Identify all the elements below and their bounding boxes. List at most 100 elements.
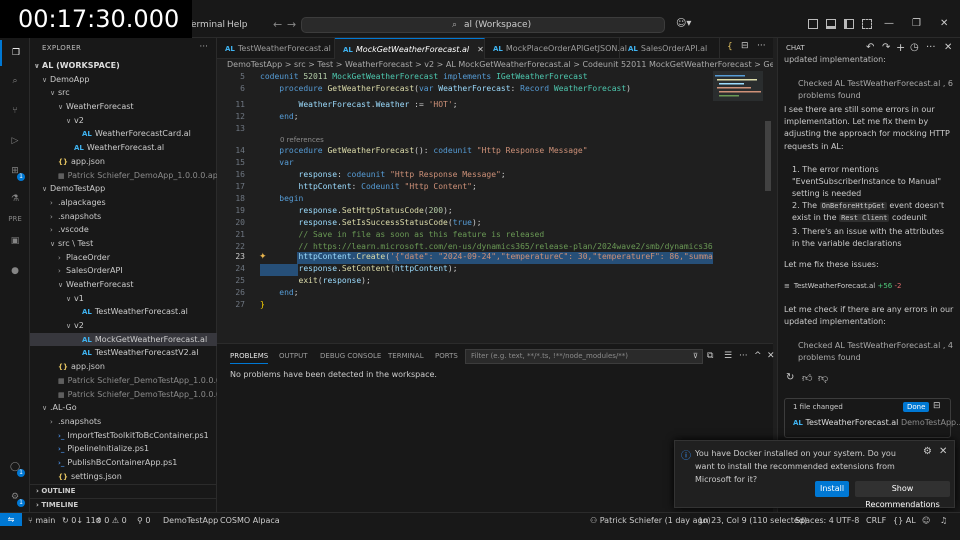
command-center[interactable]: ⌕ al (Workspace) xyxy=(301,17,665,33)
tab-mockgetweatherforecast[interactable]: AL MockGetWeatherForecast.al ✕ xyxy=(335,38,485,59)
more-actions-icon[interactable]: ··· xyxy=(757,41,766,51)
collapse-all-icon[interactable]: ⧉ xyxy=(707,351,713,361)
forward-arrow-icon[interactable]: → xyxy=(287,18,296,31)
tree-folder[interactable]: ∨ WeatherForecast xyxy=(30,278,217,292)
workspace-root[interactable]: ∨ AL (WORKSPACE) xyxy=(30,59,217,73)
tab-debug-console[interactable]: DEBUG CONSOLE xyxy=(320,352,381,360)
language-status[interactable]: {} AL xyxy=(893,515,916,527)
notifications-bell-icon[interactable]: ♫ xyxy=(940,515,947,527)
toggle-panel-icon[interactable] xyxy=(826,19,836,29)
tree-file[interactable]: AL TestWeatherForecast.al xyxy=(30,305,217,319)
tree-file[interactable]: AL WeatherForecastCard.al xyxy=(30,127,217,141)
thumbs-up-icon[interactable]: 👍︎ xyxy=(802,372,812,384)
done-button[interactable]: Done xyxy=(903,402,930,412)
filter-icon[interactable]: ⊽ xyxy=(693,350,698,363)
tree-file[interactable]: AL TestWeatherForecastV2.al xyxy=(30,346,217,360)
tree-folder[interactable]: ∨ v1 xyxy=(30,292,217,306)
notification-close-icon[interactable]: ✕ xyxy=(939,446,947,457)
encoding-status[interactable]: UTF-8 xyxy=(836,515,859,527)
tab-mockplaceorderapigetjson[interactable]: AL MockPlaceOrderAPIGetJSON.al xyxy=(485,38,627,59)
open-diff-icon[interactable]: ⊟ xyxy=(933,401,941,411)
tab-ports[interactable]: PORTS xyxy=(435,352,458,360)
search-icon[interactable]: ⌕ xyxy=(0,68,30,94)
tree-file[interactable]: AL MockGetWeatherForecast.al xyxy=(30,332,217,347)
close-panel-icon[interactable]: ✕ xyxy=(767,351,775,361)
tree-file[interactable]: ›_ PublishBcContainerApp.ps1 xyxy=(30,456,217,470)
environment-status[interactable]: COSMO Alpaca xyxy=(220,515,280,527)
tree-folder[interactable]: ∨ DemoApp xyxy=(30,73,217,87)
copilot-icon[interactable]: ☺▾ xyxy=(676,18,691,29)
tree-file[interactable]: ▦ Patrick Schiefer_DemoApp_1.0.0.0.app xyxy=(30,169,223,183)
problems-status[interactable]: ⊗ 0 ⚠ 0 xyxy=(95,515,127,527)
account-icon[interactable]: ◯ 1 xyxy=(0,454,30,480)
maximize-panel-icon[interactable]: ^ xyxy=(754,351,762,361)
tree-file[interactable]: {} settings.json xyxy=(30,470,217,484)
close-tab-icon[interactable]: ✕ xyxy=(477,45,484,54)
tree-folder[interactable]: › SalesOrderAPI xyxy=(30,264,217,278)
tab-problems[interactable]: PROBLEMS xyxy=(230,352,269,364)
timeline-section[interactable]: › TIMELINE xyxy=(30,498,217,511)
notification-settings-gear-icon[interactable]: ⚙ xyxy=(923,446,932,457)
tab-terminal[interactable]: TERMINAL xyxy=(388,352,424,360)
codelens-references[interactable]: 0 references xyxy=(280,136,324,144)
tree-folder[interactable]: ∨ src \ Test xyxy=(30,237,217,251)
redo-icon[interactable]: ↷ xyxy=(882,42,890,53)
code-editor[interactable]: ✦ 5 codeunit 52011 MockGetWeatherForecas… xyxy=(217,71,773,343)
extensions-icon[interactable]: ⊞ 1 xyxy=(0,158,30,184)
changed-file-row[interactable]: AL TestWeatherForecast.al DemoTestApp... xyxy=(793,418,960,427)
ports-status[interactable]: ⚲ 0 xyxy=(137,515,151,527)
tree-folder[interactable]: ∨ v2 xyxy=(30,319,217,333)
history-icon[interactable]: ◷ xyxy=(910,42,919,53)
menu-help[interactable]: Help xyxy=(227,20,248,30)
tree-folder[interactable]: › .snapshots xyxy=(30,415,217,429)
tab-testweatherforecast[interactable]: AL TestWeatherForecast.al xyxy=(217,38,335,59)
tree-folder[interactable]: ∨ v2 xyxy=(30,114,217,128)
new-chat-icon[interactable]: + xyxy=(896,41,905,54)
tree-folder[interactable]: › PlaceOrder xyxy=(30,251,217,265)
indentation-status[interactable]: Spaces: 4 xyxy=(795,515,834,527)
chat-more-icon[interactable]: ··· xyxy=(926,42,936,53)
problems-filter-input[interactable]: Filter (e.g. text, **/*.ts, !**/node_mod… xyxy=(465,349,703,364)
json-tab-icon[interactable]: { xyxy=(727,42,733,52)
menu-terminal[interactable]: Terminal xyxy=(187,20,225,30)
close-window-icon[interactable]: ✕ xyxy=(940,18,948,29)
project-status[interactable]: DemoTestApp xyxy=(163,515,218,527)
more-actions-icon[interactable]: ··· xyxy=(739,351,748,361)
minimize-icon[interactable]: — xyxy=(884,18,894,29)
tree-file[interactable]: ›_ ImportTestToolkitToBcContainer.ps1 xyxy=(30,429,217,443)
tree-file[interactable]: {} app.json xyxy=(30,155,217,169)
tab-output[interactable]: OUTPUT xyxy=(279,352,308,360)
back-arrow-icon[interactable]: ← xyxy=(273,18,282,31)
tree-file[interactable]: ▦ Patrick Schiefer_DemoTestApp_1.0.0.0.ap… xyxy=(30,374,239,388)
remote-indicator-icon[interactable]: ⇋ xyxy=(0,513,22,526)
toggle-secondary-sidebar-icon[interactable] xyxy=(844,19,854,29)
tree-folder[interactable]: ∨ src xyxy=(30,86,217,100)
cursor-position[interactable]: Ln 23, Col 9 (110 selected) xyxy=(699,515,807,527)
tree-folder[interactable]: › .alpackages xyxy=(30,196,217,210)
tree-folder[interactable]: ∨ DemoTestApp xyxy=(30,182,217,196)
tree-file[interactable]: {} app.json xyxy=(30,360,217,374)
tree-folder[interactable]: › .vscode xyxy=(30,223,217,237)
tree-file[interactable]: ›_ PipelineInitialize.ps1 xyxy=(30,442,217,456)
editor-scrollbar[interactable] xyxy=(765,121,771,191)
undo-icon[interactable]: ↶ xyxy=(866,42,874,53)
outline-section[interactable]: › OUTLINE xyxy=(30,484,217,497)
branch-status[interactable]: ⑂ main xyxy=(28,515,55,527)
git-blame-status[interactable]: ⚇ Patrick Schiefer (1 day ago) xyxy=(590,515,711,527)
tree-folder[interactable]: › .snapshots xyxy=(30,210,217,224)
copilot-status-icon[interactable]: ☺ xyxy=(922,515,930,527)
tab-salesorderapi[interactable]: AL SalesOrderAPI.al xyxy=(620,38,720,59)
close-chat-icon[interactable]: ✕ xyxy=(944,42,952,53)
install-button[interactable]: Install xyxy=(815,481,849,497)
explorer-icon[interactable]: ❐ xyxy=(0,40,30,66)
tree-file[interactable]: ▦ Patrick Schiefer_DemoTestApp_1.0.0.0.de… xyxy=(30,388,246,402)
minimap[interactable] xyxy=(713,71,763,343)
view-as-tree-icon[interactable]: ☰ xyxy=(724,351,732,361)
more-actions-icon[interactable]: ··· xyxy=(199,42,208,52)
thumbs-down-icon[interactable]: 👎︎ xyxy=(818,372,828,384)
split-editor-icon[interactable]: ⊟ xyxy=(741,41,749,51)
tree-file[interactable]: AL WeatherForecast.al xyxy=(30,141,217,155)
run-debug-icon[interactable]: ▷ xyxy=(0,128,30,154)
layout-icon[interactable] xyxy=(862,19,872,29)
eol-status[interactable]: CRLF xyxy=(866,515,886,527)
